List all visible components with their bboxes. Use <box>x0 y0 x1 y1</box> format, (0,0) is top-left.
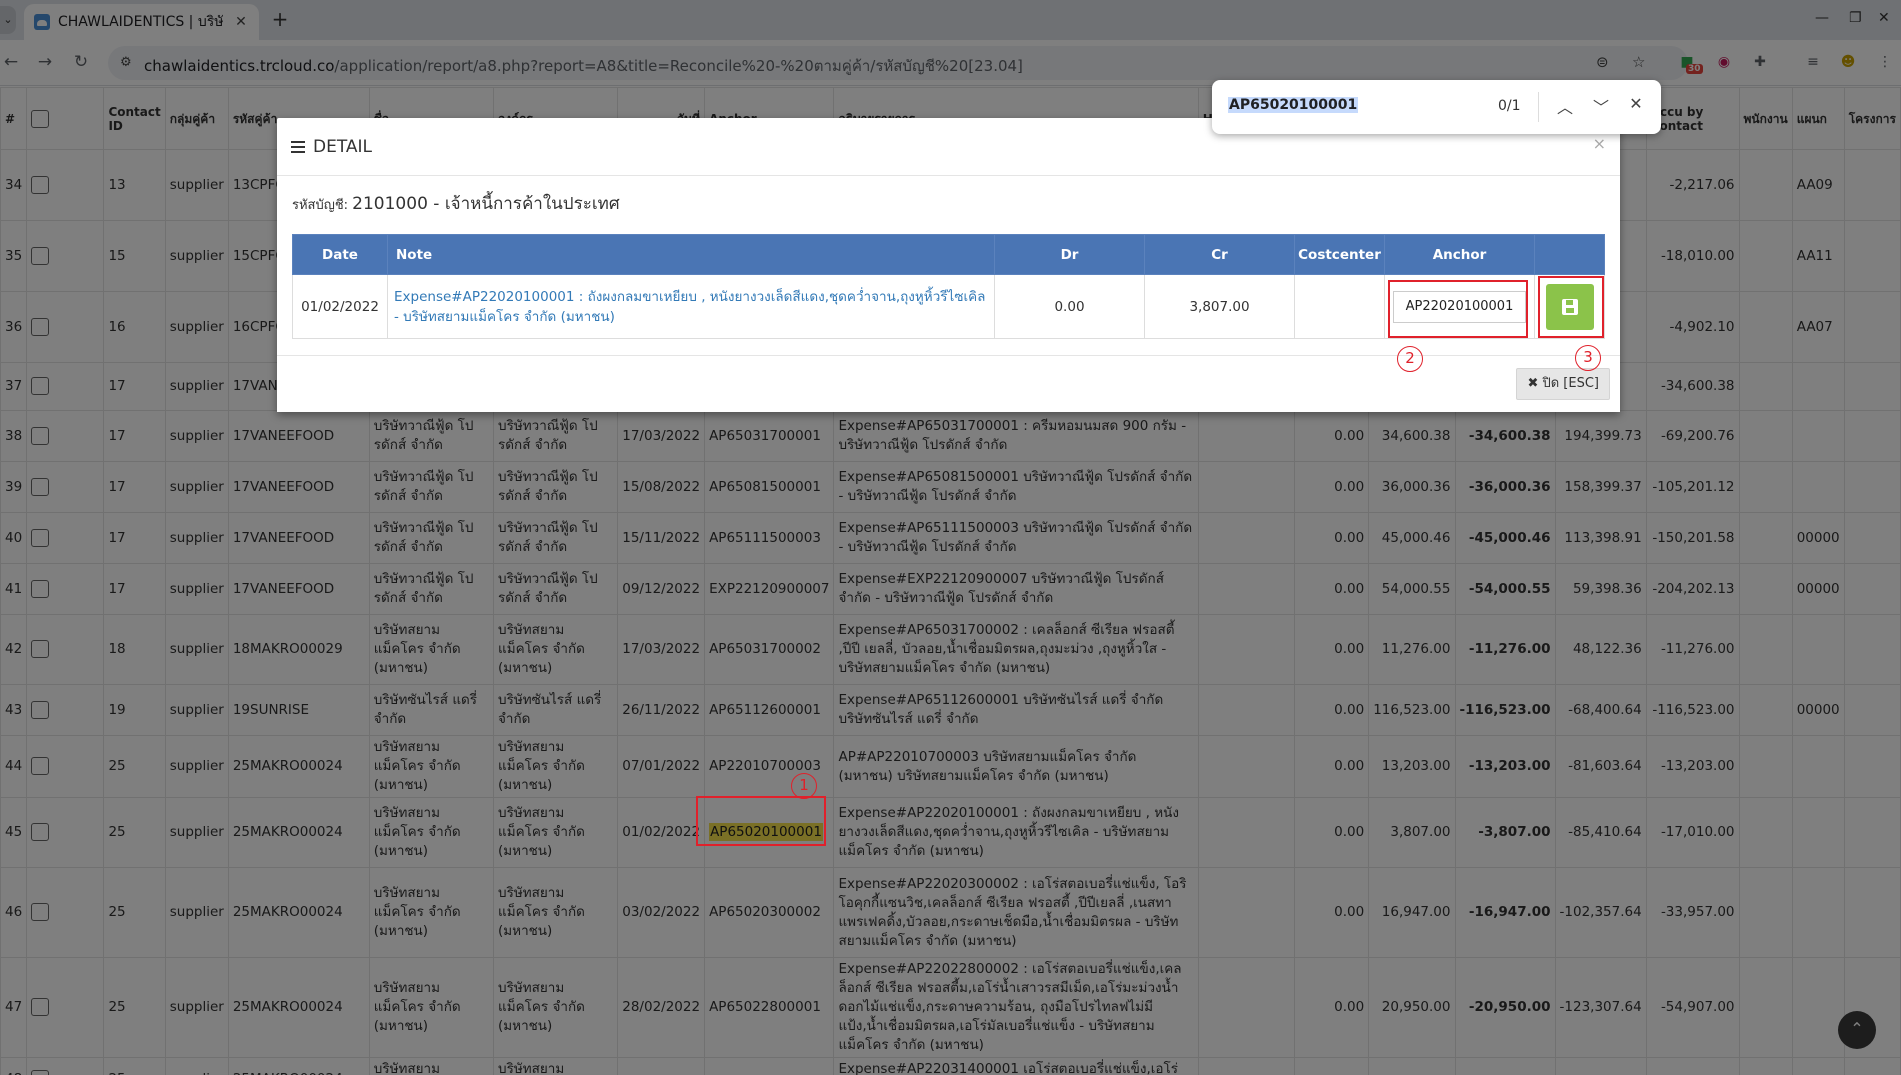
modal-close-icon[interactable]: × <box>1593 134 1606 153</box>
detail-header-costcenter: Costcenter <box>1294 234 1385 275</box>
find-separator <box>1538 92 1539 122</box>
detail-header-action <box>1534 234 1605 275</box>
account-label: รหัสบัญชี: <box>292 198 349 213</box>
annotation-box-anchor-cell <box>696 796 826 846</box>
annotation-number-2: 2 <box>1397 346 1423 372</box>
find-match-count: 0/1 <box>1498 98 1521 114</box>
find-in-page-bar: AP65020100001 0/1 ︿ ﹀ ✕ <box>1212 80 1661 134</box>
find-next-icon[interactable]: ﹀ <box>1590 94 1612 118</box>
detail-header-anchor: Anchor <box>1384 234 1535 275</box>
detail-note-link[interactable]: Expense#AP22020100001 : ถังผงกลมขาเหยียบ… <box>387 274 995 339</box>
find-previous-icon[interactable]: ︿ <box>1554 94 1576 118</box>
modal-title: DETAIL <box>313 136 373 157</box>
detail-header-note: Note <box>387 234 995 275</box>
find-input[interactable]: AP65020100001 <box>1228 97 1359 113</box>
close-esc-label: ปิด [ESC] <box>1542 376 1599 391</box>
annotation-box-anchor-input <box>1388 280 1528 338</box>
detail-header-date: Date <box>292 234 388 275</box>
find-close-icon[interactable]: ✕ <box>1625 94 1647 113</box>
list-bars-icon <box>291 140 305 153</box>
account-line: รหัสบัญชี: 2101000 - เจ้าหนี้การค้าในประ… <box>292 190 620 217</box>
annotation-number-3: 3 <box>1575 345 1601 371</box>
annotation-box-save-button <box>1538 276 1604 338</box>
detail-header-row: Date Note Dr Cr Costcenter Anchor <box>292 234 1605 275</box>
detail-date: 01/02/2022 <box>292 274 388 339</box>
account-value: 2101000 - เจ้าหนี้การค้าในประเทศ <box>352 194 620 214</box>
detail-cr: 3,807.00 <box>1144 274 1295 339</box>
detail-costcenter <box>1294 274 1385 339</box>
detail-dr: 0.00 <box>994 274 1145 339</box>
detail-header-cr: Cr <box>1144 234 1295 275</box>
detail-header-dr: Dr <box>994 234 1145 275</box>
annotation-number-1: 1 <box>791 773 817 799</box>
close-esc-button[interactable]: ✖ ปิด [ESC] <box>1516 368 1610 400</box>
